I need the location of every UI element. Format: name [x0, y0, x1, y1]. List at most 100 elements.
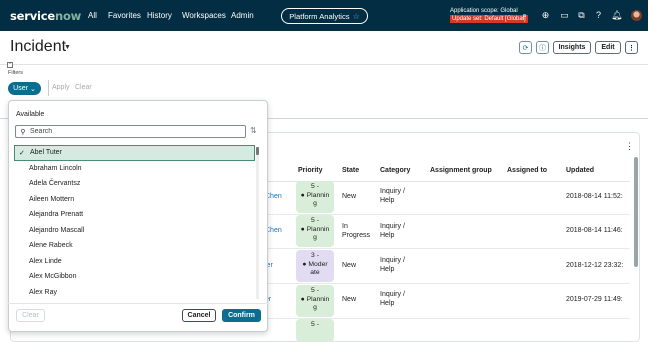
cancel-button[interactable]: Cancel: [182, 309, 216, 322]
globe-icon[interactable]: ⊕: [541, 11, 550, 20]
category-line: Help: [380, 231, 395, 239]
priority-label: ● Plannin: [300, 191, 330, 199]
search-icon[interactable]: ⌕: [520, 11, 529, 20]
sort-icon[interactable]: ⇅: [250, 126, 257, 135]
user-option[interactable]: Alex Linde: [14, 254, 255, 270]
column-header-updated[interactable]: Updated: [566, 167, 594, 174]
column-header-category[interactable]: Category: [380, 167, 410, 174]
edit-button[interactable]: Edit: [595, 41, 621, 54]
user-option[interactable]: Alene Rabeck: [14, 238, 255, 254]
user-option[interactable]: Aileen Mottern: [14, 192, 255, 208]
user-option[interactable]: Alejandra Prenatt: [14, 207, 255, 223]
user-option-label: Alex McGibbon: [29, 273, 77, 281]
user-option-label: Aileen Mottern: [29, 195, 75, 203]
column-header-state[interactable]: State: [342, 167, 359, 174]
confirm-button[interactable]: Confirm: [222, 309, 261, 322]
clear-filters-button[interactable]: Clear: [75, 84, 92, 91]
platform-analytics-label: Platform Analytics: [289, 11, 350, 21]
filters-label: Filters: [8, 70, 23, 76]
user-option-label: Alex Linde: [29, 257, 62, 265]
search-icon: ⚲: [20, 128, 26, 136]
scrollbar-thumb[interactable]: [256, 147, 259, 155]
user-option-label: Abraham Lincoln: [29, 164, 82, 172]
chevron-down-icon[interactable]: ▼: [64, 44, 71, 51]
collab-icon[interactable]: ⧉: [577, 11, 586, 20]
user-option[interactable]: Alex McGibbon: [14, 269, 255, 285]
nav-workspaces[interactable]: Workspaces: [182, 11, 226, 20]
dropdown-scrollbar[interactable]: [256, 147, 259, 299]
insights-button[interactable]: Insights: [553, 41, 591, 54]
star-icon[interactable]: ☆: [353, 12, 360, 21]
priority-badge: 3 - ● Moder ate: [296, 250, 334, 282]
filter-divider: [48, 80, 49, 96]
priority-label-cont: g: [313, 304, 317, 311]
priority-label-cont: ate: [310, 269, 320, 276]
apply-filters-button[interactable]: Apply: [52, 84, 70, 91]
category-line: Inquiry /: [380, 223, 405, 230]
user-avatar[interactable]: [631, 10, 642, 21]
user-option-label: Alejandro Mascall: [29, 226, 85, 234]
category-line: Inquiry /: [380, 291, 405, 298]
chat-icon[interactable]: ▭: [560, 11, 569, 20]
clear-selection-button[interactable]: Clear: [16, 309, 45, 322]
user-option-label: Alejandra Prenatt: [29, 211, 84, 219]
user-option[interactable]: Adela Červantsz: [14, 176, 255, 192]
collapse-filters-button[interactable]: ^: [7, 62, 13, 68]
priority-badge: 5 -: [296, 319, 334, 342]
user-filter-pill[interactable]: User ⌄: [8, 82, 41, 95]
state-line: Progress: [342, 231, 371, 239]
category-cell: Inquiry / Help: [380, 188, 405, 205]
platform-analytics-button[interactable]: Platform Analytics ☆: [281, 8, 368, 24]
user-search-field[interactable]: ⚲: [15, 125, 246, 138]
state-cell: New: [342, 262, 357, 269]
column-header-assigned-to[interactable]: Assigned to: [507, 167, 547, 174]
available-heading: Available: [16, 111, 45, 118]
priority-number: 3 -: [311, 252, 319, 259]
column-header-priority[interactable]: Priority: [298, 167, 323, 174]
table-scrollbar[interactable]: [634, 157, 638, 267]
list-menu-icon[interactable]: ⋮: [625, 141, 634, 152]
priority-number: 5 -: [311, 183, 319, 190]
chevron-down-icon: ⌄: [29, 85, 36, 93]
updated-cell: 2018-08-14 11:52:: [566, 193, 623, 200]
user-option[interactable]: Alejandro Mascall: [14, 223, 255, 239]
help-icon[interactable]: ?: [594, 11, 603, 20]
application-scope[interactable]: Application scope: Global Update set: De…: [450, 7, 528, 23]
column-header-assignment-group[interactable]: Assignment group: [430, 167, 492, 174]
more-options-button[interactable]: ⋮: [625, 41, 638, 54]
user-filter-label: User: [13, 85, 28, 92]
user-option-label: Abel Tuter: [30, 149, 62, 157]
updated-cell: 2018-12-12 23:32:: [566, 262, 624, 269]
servicenow-logo[interactable]: servicenow: [10, 9, 81, 23]
user-option[interactable]: Alex Ray: [14, 285, 255, 301]
page-title: Incident: [10, 38, 67, 55]
nav-history[interactable]: History: [147, 11, 172, 20]
priority-badge: 5 - ● Plannin g: [296, 215, 334, 247]
more-vertical-icon: ⋮: [628, 44, 635, 52]
category-line: Inquiry /: [380, 188, 405, 195]
refresh-button[interactable]: ⟳: [519, 41, 532, 54]
info-button[interactable]: ⓘ: [536, 41, 549, 54]
nav-favorites[interactable]: Favorites: [108, 11, 141, 20]
nav-admin[interactable]: Admin: [231, 11, 254, 20]
user-option[interactable]: Abraham Lincoln: [14, 161, 255, 177]
info-icon: ⓘ: [539, 44, 546, 52]
state-cell: New: [342, 193, 357, 200]
nav-all[interactable]: All: [88, 11, 97, 20]
priority-label-cont: g: [313, 200, 317, 207]
scope-line: Application scope: Global: [450, 8, 518, 14]
priority-label: ● Plannin: [300, 225, 330, 233]
user-option[interactable]: ✓ Abel Tuter: [14, 145, 255, 161]
bell-icon[interactable]: 🔔︎: [611, 11, 622, 20]
state-cell: New: [342, 296, 357, 303]
header-divider: [0, 64, 648, 65]
user-option-label: Adela Červantsz: [29, 180, 81, 188]
category-line: Inquiry /: [380, 257, 405, 264]
user-options-list: ✓ Abel Tuter Abraham Lincoln Adela Červan…: [14, 145, 255, 301]
priority-number: 5 -: [311, 321, 319, 328]
user-search-input[interactable]: [28, 128, 238, 135]
priority-badge: 5 - ● Plannin g: [296, 285, 334, 317]
refresh-icon: ⟳: [522, 44, 529, 52]
priority-label: ● Plannin: [300, 295, 330, 303]
category-line: Help: [380, 265, 395, 273]
